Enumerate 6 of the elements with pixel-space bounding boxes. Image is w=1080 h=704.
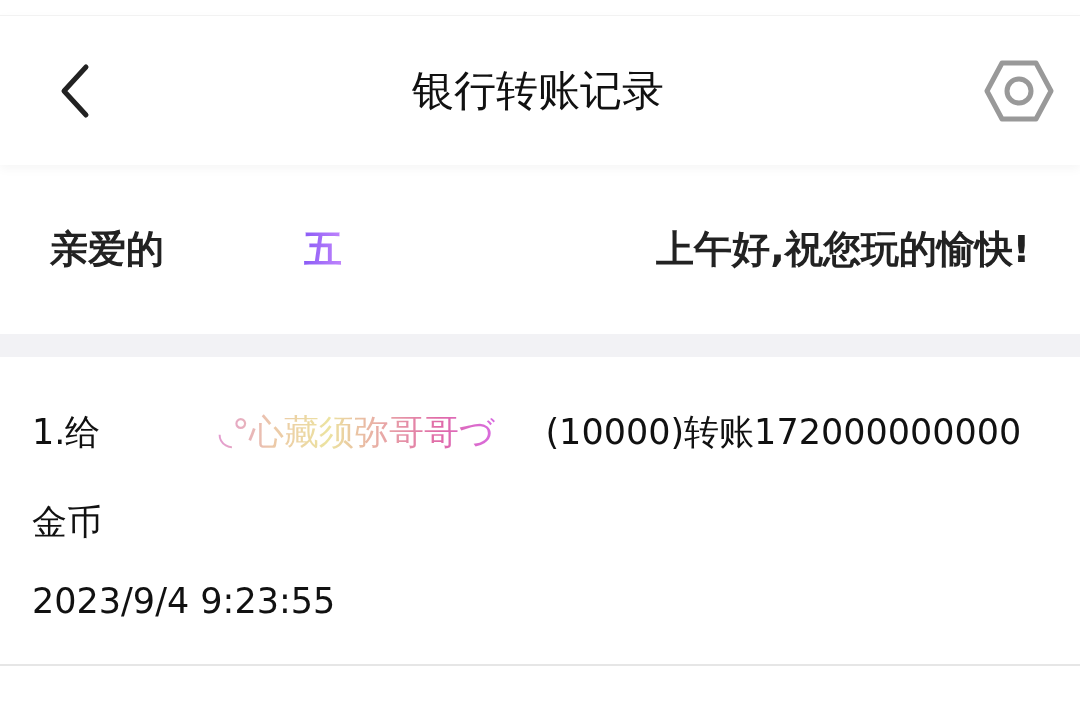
record-text: 1.给 ◟°心藏须弥哥哥づ (10000)转账172000000000金币 [32,411,1023,544]
greeting-message: 上午好,祝您玩的愉快! [656,226,1030,273]
page-title: 银行转账记录 [412,65,664,117]
record-time: 2023/9/4 9:23:55 [32,580,337,623]
settings-icon[interactable] [984,59,1054,122]
greeting-text: 亲爱的 [50,226,164,273]
